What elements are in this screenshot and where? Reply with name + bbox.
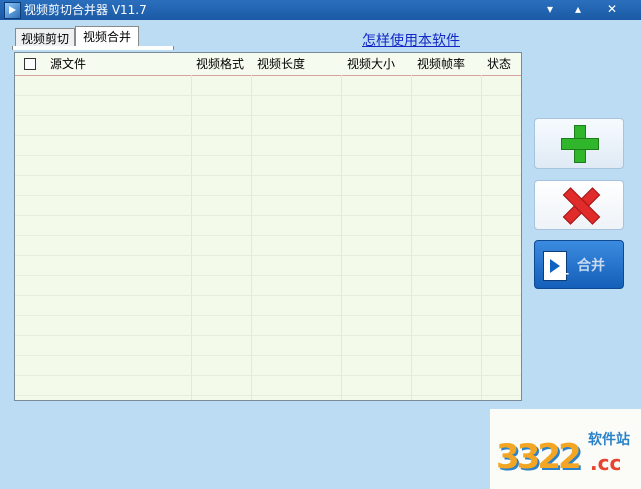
column-header-status[interactable]: 状态	[487, 53, 511, 75]
dropdown-arrow-icon[interactable]: ▾	[538, 0, 562, 18]
row-divider	[15, 335, 521, 336]
watermark-site: 软件站	[588, 432, 630, 448]
row-divider	[15, 135, 521, 136]
tab-video-cut[interactable]: 视频剪切	[15, 28, 75, 48]
merge-button[interactable]: + 合并	[534, 240, 624, 289]
x-icon	[563, 187, 597, 223]
column-header-size[interactable]: 视频大小	[347, 53, 395, 75]
delete-file-button[interactable]	[534, 180, 624, 230]
plus-icon	[561, 125, 599, 163]
film-plus-icon: +	[559, 267, 570, 282]
column-divider	[481, 75, 482, 400]
row-divider	[15, 155, 521, 156]
select-all-checkbox[interactable]	[24, 58, 36, 70]
row-divider	[15, 295, 521, 296]
help-link[interactable]: 怎样使用本软件	[362, 30, 460, 50]
row-divider	[15, 355, 521, 356]
tab-video-merge[interactable]: 视频合并	[75, 26, 139, 48]
row-divider	[15, 375, 521, 376]
maximize-arrow-icon[interactable]: ▴	[566, 0, 590, 18]
row-divider	[15, 215, 521, 216]
column-divider	[341, 75, 342, 400]
app-icon	[4, 2, 21, 19]
row-divider	[15, 95, 521, 96]
column-header-length[interactable]: 视频长度	[257, 53, 305, 75]
column-divider	[411, 75, 412, 400]
row-divider	[15, 115, 521, 116]
table-header: 源文件 视频格式 视频长度 视频大小 视频帧率 状态	[15, 53, 521, 76]
row-divider	[15, 255, 521, 256]
row-divider	[15, 195, 521, 196]
row-divider	[15, 275, 521, 276]
title-bar: 视频剪切合并器 V11.7 ▾ ▴ ✕	[0, 0, 641, 20]
add-file-button[interactable]	[534, 118, 624, 169]
row-divider	[15, 235, 521, 236]
main-client-area: 视频剪切 视频合并 怎样使用本软件 源文件 视频格式 视频长度 视频大小 视频帧…	[0, 20, 641, 489]
close-icon[interactable]: ✕	[600, 0, 624, 18]
column-header-format[interactable]: 视频格式	[196, 53, 244, 75]
file-list-table[interactable]: 源文件 视频格式 视频长度 视频大小 视频帧率 状态	[14, 52, 522, 401]
row-divider	[15, 315, 521, 316]
tab-panel-strip	[12, 46, 174, 50]
column-header-source[interactable]: 源文件	[50, 53, 86, 75]
watermark-number: 3322	[496, 437, 582, 477]
watermark-domain: .cc	[590, 451, 622, 475]
site-watermark: 3322 软件站 .cc	[490, 409, 641, 489]
window-title: 视频剪切合并器 V11.7	[24, 3, 147, 17]
merge-button-label: 合并	[577, 258, 605, 274]
row-divider	[15, 395, 521, 396]
column-header-framerate[interactable]: 视频帧率	[417, 53, 465, 75]
column-divider	[251, 75, 252, 400]
row-divider	[15, 175, 521, 176]
column-divider	[191, 75, 192, 400]
